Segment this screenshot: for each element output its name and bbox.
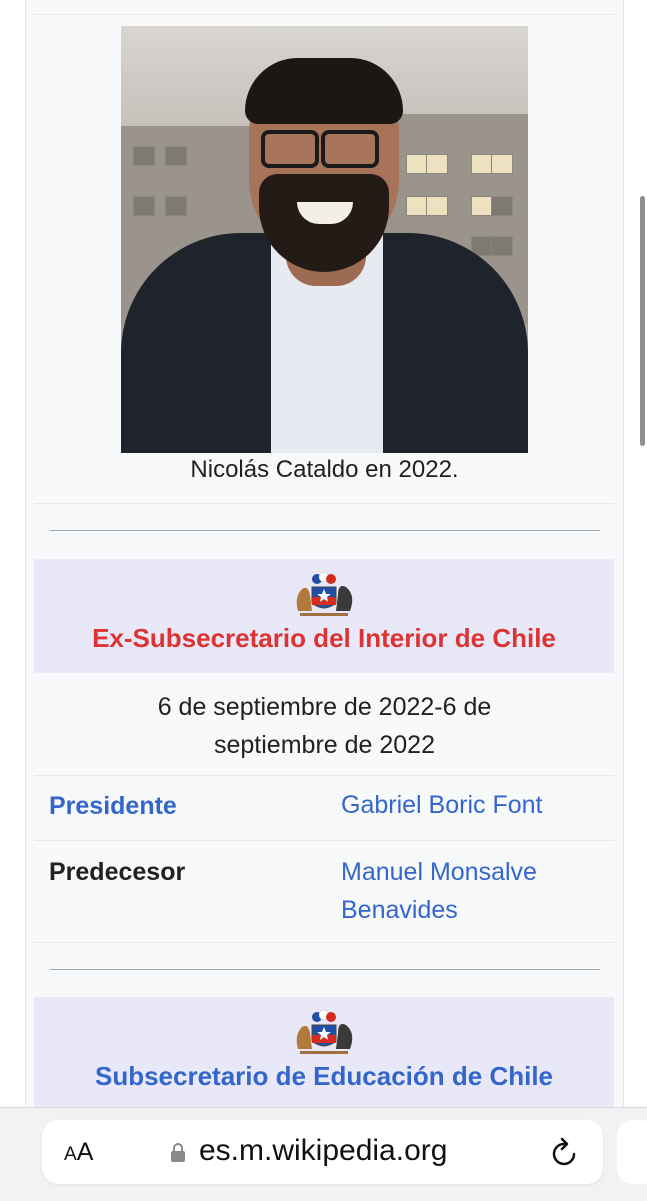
address-bar[interactable]: AA es.m.wikipedia.org bbox=[42, 1120, 603, 1184]
term-dates: 6 de septiembre de 2022-6 de septiembre … bbox=[157, 693, 492, 759]
portrait-photo[interactable] bbox=[121, 26, 528, 453]
browser-toolbar: AA es.m.wikipedia.org bbox=[0, 1107, 647, 1201]
lock-icon bbox=[171, 1143, 185, 1162]
section-title-link[interactable]: Subsecretario de Educación de Chile bbox=[34, 1061, 614, 1092]
scrollbar[interactable] bbox=[640, 196, 645, 446]
divider bbox=[34, 840, 615, 841]
infobox: Nicolás Cataldo en 2022. Ex-Subsecretari… bbox=[25, 0, 624, 1111]
reload-icon[interactable] bbox=[550, 1136, 580, 1168]
text-size-button[interactable]: AA bbox=[64, 1138, 93, 1167]
section-header-subsecretario-interior: Ex-Subsecretario del Interior de Chile bbox=[34, 559, 614, 673]
next-tab-pill[interactable] bbox=[617, 1120, 647, 1184]
divider bbox=[34, 775, 615, 776]
url-text[interactable]: es.m.wikipedia.org bbox=[199, 1134, 447, 1168]
section-separator bbox=[50, 969, 600, 970]
section-header-subsecretario-educacion: Subsecretario de Educación de Chile bbox=[34, 997, 614, 1111]
presidente-label[interactable]: Presidente bbox=[49, 792, 177, 821]
predecesor-label: Predecesor bbox=[49, 858, 186, 886]
chile-coat-of-arms-icon bbox=[296, 571, 353, 616]
predecesor-link[interactable]: Manuel Monsalve Benavides bbox=[341, 853, 591, 929]
presidente-link[interactable]: Gabriel Boric Font bbox=[341, 786, 542, 824]
chile-coat-of-arms-icon bbox=[296, 1009, 353, 1054]
photo-caption: Nicolás Cataldo en 2022. bbox=[190, 456, 459, 483]
section-title: Ex-Subsecretario del Interior de Chile bbox=[92, 623, 556, 653]
divider bbox=[34, 942, 615, 943]
divider bbox=[34, 14, 615, 15]
section-separator bbox=[50, 530, 600, 531]
divider bbox=[34, 503, 615, 504]
